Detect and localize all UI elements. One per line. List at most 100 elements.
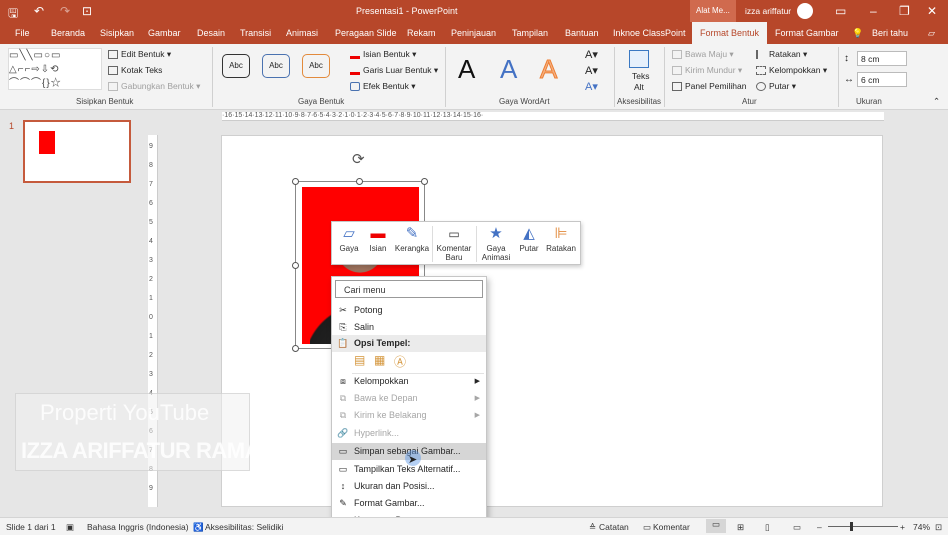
slide-sorter-icon[interactable]: ⊞ xyxy=(737,522,744,533)
tab-format-picture[interactable]: Format Gambar xyxy=(775,28,839,38)
align-mini-button[interactable]: ⊫ Ratakan xyxy=(544,224,578,253)
rotate-mini-button[interactable]: ◭ Putar xyxy=(516,224,542,253)
shape-style-sample[interactable]: Abc xyxy=(222,54,250,78)
zoom-slider-thumb[interactable] xyxy=(850,522,853,531)
menu-item-bring-front[interactable]: ⧉ Bawa ke Depan ▶ xyxy=(332,390,486,407)
shape-style-sample[interactable]: Abc xyxy=(302,54,330,78)
text-outline-icon[interactable]: A▾ xyxy=(585,64,598,77)
paste-keep-formatting-icon[interactable]: ▤ xyxy=(354,353,365,367)
tab-format-shape[interactable]: Format Bentuk xyxy=(692,22,768,44)
width-field[interactable]: 6 cm xyxy=(857,72,907,87)
comments-button[interactable]: Komentar xyxy=(653,522,690,532)
resize-handle[interactable] xyxy=(356,178,363,185)
wordart-gallery[interactable]: A A A xyxy=(452,50,572,90)
present-icon[interactable]: ⊡ xyxy=(82,4,92,18)
rotate-button[interactable]: Putar ▾ xyxy=(756,81,796,92)
normal-view-icon[interactable]: ▭ xyxy=(706,519,726,533)
resize-handle[interactable] xyxy=(292,345,299,352)
tab-draw[interactable]: Gambar xyxy=(148,28,181,38)
group-button[interactable]: Kelompokkan ▾ xyxy=(756,65,827,76)
redo-icon[interactable]: ↷ xyxy=(60,4,70,18)
tab-classpoint[interactable]: Inknoe ClassPoint xyxy=(613,28,686,38)
slideshow-icon[interactable]: ▭ xyxy=(793,522,801,533)
shape-effects-button[interactable]: Efek Bentuk ▾ xyxy=(350,81,415,92)
shape-style-sample[interactable]: Abc xyxy=(262,54,290,78)
minimize-icon[interactable]: – xyxy=(870,4,877,18)
edit-shape-button[interactable]: Edit Bentuk ▾ xyxy=(108,49,171,60)
avatar[interactable] xyxy=(797,3,813,19)
share-icon[interactable]: ▱ xyxy=(928,28,935,39)
shapes-gallery[interactable]: ▭╲╲▭○▭ △⌐⌐⇨⇩⟲ ⌒⌒⌒{}☆ xyxy=(8,48,102,90)
resize-handle[interactable] xyxy=(421,178,428,185)
style-button[interactable]: ▱ Gaya xyxy=(336,224,362,253)
tab-animations[interactable]: Animasi xyxy=(286,28,318,38)
paste-text-only-icon[interactable]: Ⓐ xyxy=(394,353,406,370)
language-status[interactable]: Bahasa Inggris (Indonesia) xyxy=(87,522,189,532)
menu-item-format-picture[interactable]: ✎ Format Gambar... xyxy=(332,495,486,512)
wordart-sample[interactable]: A xyxy=(458,54,475,85)
undo-icon[interactable]: ↶ xyxy=(34,4,44,18)
zoom-in-icon[interactable]: + xyxy=(900,522,905,532)
menu-search-input[interactable]: Cari menu xyxy=(335,280,483,298)
cut-icon: ✂ xyxy=(339,305,347,315)
text-fill-icon[interactable]: A▾ xyxy=(585,48,598,61)
new-comment-button[interactable]: ▭ Komentar Baru xyxy=(434,224,474,262)
textbox-button[interactable]: Kotak Teks xyxy=(108,65,162,76)
menu-item-group[interactable]: ⧈ Kelompokkan ▶ xyxy=(332,373,486,390)
spelling-icon[interactable]: ▣ xyxy=(66,522,74,533)
paste-picture-icon[interactable]: ▦ xyxy=(374,353,385,367)
alt-text-icon[interactable] xyxy=(629,50,649,68)
animation-styles-button[interactable]: ★ Gaya Animasi xyxy=(478,224,514,262)
fill-button[interactable]: ▬ Isian xyxy=(365,224,391,253)
text-effects-icon[interactable]: A▾ xyxy=(585,80,598,93)
zoom-level[interactable]: 74% xyxy=(913,522,930,532)
tab-insert[interactable]: Sisipkan xyxy=(100,28,134,38)
user-name[interactable]: izza ariffatur xyxy=(745,6,791,16)
shape-fill-button[interactable]: Isian Bentuk ▾ xyxy=(350,49,416,60)
tell-me-search[interactable]: Beri tahu xyxy=(872,28,908,38)
tab-transitions[interactable]: Transisi xyxy=(240,28,271,38)
tab-record[interactable]: Rekam xyxy=(407,28,436,38)
bring-forward-button[interactable]: Bawa Maju ▾ xyxy=(672,49,734,60)
submenu-arrow-icon: ▶ xyxy=(474,395,480,402)
zoom-slider[interactable] xyxy=(828,522,898,531)
send-backward-button[interactable]: Kirim Mundur ▾ xyxy=(672,65,742,76)
maximize-icon[interactable]: ❐ xyxy=(899,4,910,18)
menu-item-send-back[interactable]: ⧉ Kirim ke Belakang ▶ xyxy=(332,407,486,424)
selection-pane-button[interactable]: Panel Pemilihan xyxy=(672,81,746,92)
tab-slideshow[interactable]: Peragaan Slide xyxy=(335,28,397,38)
menu-item-hyperlink[interactable]: 🔗 Hyperlink... xyxy=(332,425,486,442)
menu-item-size-position[interactable]: ↕ Ukuran dan Posisi... xyxy=(332,478,486,495)
alt-text-label-1[interactable]: Teks xyxy=(632,71,649,81)
shape-outline-button[interactable]: Garis Luar Bentuk ▾ xyxy=(350,65,438,76)
ribbon-display-icon[interactable]: ▭ xyxy=(835,4,846,18)
notes-button[interactable]: Catatan xyxy=(599,522,629,532)
menu-item-cut[interactable]: ✂ Potong xyxy=(332,302,486,319)
zoom-out-icon[interactable]: – xyxy=(817,522,822,532)
outline-button[interactable]: ✎ Kerangka xyxy=(394,224,430,253)
tab-design[interactable]: Desain xyxy=(197,28,225,38)
tab-home[interactable]: Beranda xyxy=(51,28,85,38)
tab-view[interactable]: Tampilan xyxy=(512,28,548,38)
wordart-sample[interactable]: A xyxy=(539,54,557,85)
tab-help[interactable]: Bantuan xyxy=(565,28,599,38)
shape-style-gallery[interactable]: Abc Abc Abc xyxy=(218,50,346,90)
align-button[interactable]: Ratakan ▾ xyxy=(756,49,807,60)
collapse-ribbon-icon[interactable]: ⌃ xyxy=(933,96,940,107)
resize-handle[interactable] xyxy=(292,178,299,185)
slide-thumbnail[interactable] xyxy=(23,120,131,183)
merge-shapes-button[interactable]: Gabungkan Bentuk ▾ xyxy=(108,81,200,92)
wordart-sample[interactable]: A xyxy=(500,54,517,85)
accessibility-status[interactable]: Aksesibilitas: Selidiki xyxy=(205,522,283,532)
reading-view-icon[interactable]: ▯ xyxy=(765,522,770,533)
alt-text-label-2[interactable]: Alt xyxy=(634,82,644,92)
height-field[interactable]: 8 cm xyxy=(857,51,907,66)
resize-handle[interactable] xyxy=(292,262,299,269)
tab-review[interactable]: Peninjauan xyxy=(451,28,496,38)
rotate-handle-icon[interactable]: ⟳ xyxy=(352,150,365,168)
submenu-arrow-icon: ▶ xyxy=(474,412,480,419)
close-icon[interactable]: ✕ xyxy=(927,4,937,18)
menu-item-copy[interactable]: ⎘ Salin xyxy=(332,319,486,336)
tab-file[interactable]: File xyxy=(15,28,30,38)
fit-slide-icon[interactable]: ⊡ xyxy=(935,522,942,533)
